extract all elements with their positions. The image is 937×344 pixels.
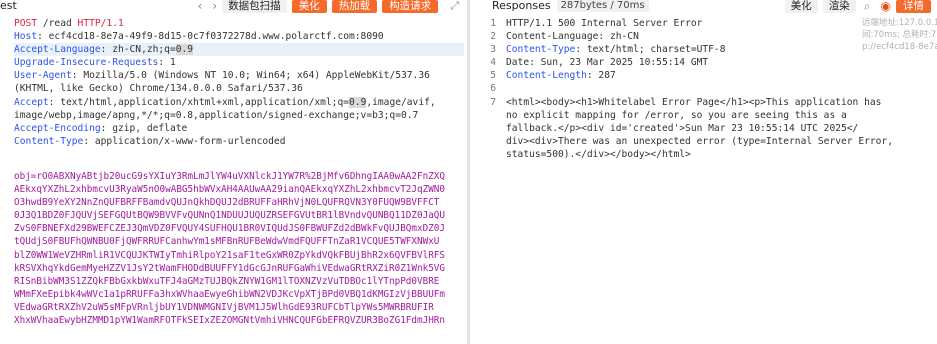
response-line: 2 Content-Language: zh-CN	[490, 31, 639, 43]
chevron-left-icon[interactable]: ‹	[198, 0, 203, 12]
body-line: RISnBibWM3S1ZZQkFBbGxkbWxuTFJ4aGMzTUJBQk…	[14, 275, 440, 287]
header-user-agent-cont: (KHTML, like Gecko) Chrome/134.0.0.0 Saf…	[14, 83, 303, 95]
response-line: 4 Date: Sun, 23 Mar 2025 10:55:14 GMT	[490, 57, 709, 69]
body-line: VEdwaGRtRXZhV2uW5sMFpVRnljbUY1VDNWMGNIVj…	[14, 301, 434, 313]
header-accept-language: Accept-Language: zh-CN,zh;q=0.9	[14, 43, 464, 57]
search-icon[interactable]: ⌕	[864, 0, 871, 12]
body-line: kRSVXhqYkdGemMyeHZZV1JsY2tWamFHODdBUUFFY…	[14, 262, 445, 274]
header-accept-encoding: Accept-Encoding: gzip, deflate	[14, 122, 188, 134]
body-line: 0J3Q1BDZ0FJQUVjSEFGQUtBQW9BVVFvQUNnQ1NDU…	[14, 210, 445, 222]
body-line: AEkxqYXZhL2xhbmcvU3RyaW5nO0wABG5hbWVxAH4…	[14, 184, 445, 196]
header-content-type: Content-Type: application/x-www-form-url…	[14, 135, 286, 147]
response-continuation: status=500).</div></body></html>	[506, 148, 691, 160]
render-button[interactable]: 渲染	[822, 0, 856, 13]
header-user-agent: User-Agent: Mozilla/5.0 (Windows NT 10.0…	[14, 70, 430, 82]
hot-reload-button[interactable]: 热加载	[331, 0, 378, 13]
chevron-right-icon[interactable]: ›	[212, 0, 217, 12]
request-toolbar: est ‹ › 数据包扫描 美化 热加载 构造请求 ⤢	[0, 0, 467, 14]
response-line: 1 HTTP/1.1 500 Internal Server Error	[490, 18, 703, 29]
response-panel: Responses 287bytes / 70ms 美化 渲染 ⌕ ◉ 详情 1…	[470, 0, 937, 344]
expand-icon[interactable]: ⤢	[450, 0, 459, 12]
response-continuation: no explicit mapping for /error, so you a…	[506, 109, 847, 121]
response-continuation: div><div>There was an unexpected error (…	[506, 135, 893, 147]
response-line: 3 Content-Type: text/html; charset=UTF-8	[490, 44, 726, 56]
body-line: tQUdjS0FBUFhQWNBU0FjQWFRRUFCanhwYm1sMFBn…	[14, 236, 440, 248]
capture-scan-button[interactable]: 数据包扫描	[222, 0, 287, 13]
body-line: XhxWVhaaEwybHZMMD1pYW1WamRFOTFkSEIxZEZOM…	[14, 315, 445, 327]
request-headers[interactable]: POST /read HTTP/1.1 Host: ecf4cd18-8e7a-…	[14, 17, 464, 148]
response-continuation: fallback.</p><div id='created'>Sun Mar 2…	[506, 122, 859, 134]
response-beautify-button[interactable]: 美化	[784, 0, 818, 13]
responses-tab-title[interactable]: Responses	[492, 0, 551, 12]
response-content[interactable]: 1 HTTP/1.1 500 Internal Server Error 2 Con…	[480, 17, 893, 161]
construct-request-button[interactable]: 构造请求	[382, 0, 439, 13]
header-accept-cont: image/webp,image/apng,*/*;q=0.8,applicat…	[14, 109, 419, 121]
detail-button[interactable]: 详情	[896, 0, 931, 13]
beautify-button[interactable]: 美化	[291, 0, 327, 13]
header-upgrade: Upgrade-Insecure-Requests: 1	[14, 57, 176, 69]
request-body[interactable]: obj=rO0ABXNyABtjb20ucG9sYXIuY3RmLmJlYW4u…	[14, 170, 459, 327]
body-line: O3hwdB9YeXY2NnZnQUFBRFFBamdvQUJnQkhDQUJ2…	[14, 197, 440, 209]
response-side-info: 远端地址:127.0.0.1:7890; 响应时 间:70ms; 总耗时:71m…	[862, 18, 937, 52]
body-line: obj=rO0ABXNyABtjb20ucG9sYXIuY3RmLmJlYW4u…	[14, 171, 445, 182]
response-size-time: 287bytes / 70ms	[556, 0, 649, 12]
header-accept: Accept: text/html,application/xhtml+xml,…	[14, 96, 436, 108]
browser-icon[interactable]: ◉	[881, 0, 891, 12]
request-tab-title[interactable]: est	[0, 0, 17, 12]
body-line: ZvS0FBNEFXd29BWEFCZEJ3QmVDZ0FVQUY4SUFHQU…	[14, 223, 445, 235]
header-host: Host: ecf4cd18-8e7a-49f9-8d15-0c7f037227…	[14, 31, 384, 43]
request-panel: est ‹ › 数据包扫描 美化 热加载 构造请求 ⤢ POST /read H…	[0, 0, 467, 344]
body-line: WMmFXeEpibk4wWVc1a1pRRUFFa3hxWVhaaEwyeGh…	[14, 288, 445, 300]
response-line: 5 Content-Length: 287	[490, 70, 616, 82]
response-line: 7 <html><body><h1>Whitelabel Error Page</…	[490, 96, 882, 108]
body-line: blZ0WW1WeVZHRmliR1VCQUJKTWIyTmhiRlpoY21s…	[14, 249, 445, 261]
request-line: POST /read HTTP/1.1	[14, 18, 124, 29]
response-toolbar: Responses 287bytes / 70ms 美化 渲染 ⌕ ◉ 详情	[470, 0, 937, 14]
response-line: 6	[490, 83, 496, 95]
